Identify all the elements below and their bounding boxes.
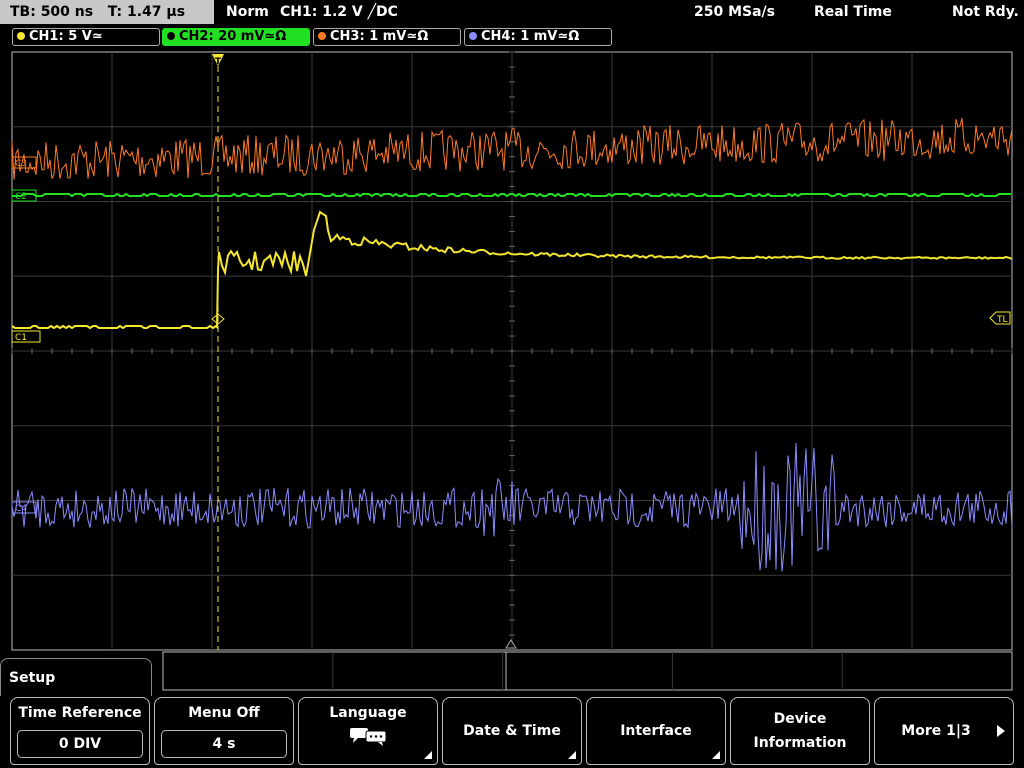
- c3-marker[interactable]: C3: [11, 156, 37, 169]
- language-title: Language: [329, 705, 407, 721]
- c2-marker-label: C2: [15, 192, 27, 202]
- zoom-strip: [162, 651, 1013, 691]
- menu-off-softkey[interactable]: Menu Off 4 s: [154, 697, 294, 765]
- device-information-text: Device Information: [731, 707, 869, 755]
- interface-title: Interface: [620, 723, 692, 739]
- c2-marker[interactable]: C2: [11, 189, 37, 202]
- more-title: More 1|3: [901, 723, 971, 739]
- submenu-indicator-icon: [568, 751, 576, 759]
- c3-marker-label: C3: [15, 159, 27, 169]
- trigger-level-marker[interactable]: TL: [989, 311, 1011, 325]
- c4-marker[interactable]: C4: [11, 501, 37, 514]
- menu-off-value: 4 s: [161, 730, 287, 758]
- more-softkey[interactable]: More 1|3: [874, 697, 1014, 765]
- submenu-indicator-icon: [712, 751, 720, 759]
- device-information-softkey[interactable]: Device Information: [730, 697, 870, 765]
- device-information-title-line2: Information: [753, 735, 847, 751]
- time-reference-title: Time Reference: [18, 705, 142, 721]
- c4-marker-label: C4: [15, 504, 27, 514]
- menu-off-title: Menu Off: [188, 705, 260, 721]
- date-time-title: Date & Time: [463, 723, 561, 739]
- time-reference-value: 0 DIV: [17, 730, 143, 758]
- graticule: [11, 51, 1013, 691]
- speech-bubbles-icon: [350, 728, 387, 746]
- c1-marker-label: C1: [15, 333, 27, 343]
- submenu-indicator-icon: [424, 751, 432, 759]
- interface-softkey[interactable]: Interface: [586, 697, 726, 765]
- trigger-position-label: T: [215, 57, 222, 67]
- language-softkey[interactable]: Language: [298, 697, 438, 765]
- menu-title-setup: Setup: [0, 658, 152, 696]
- time-reference-icon: [505, 639, 517, 649]
- trigger-level-label: TL: [996, 315, 1008, 325]
- c1-marker[interactable]: C1: [11, 330, 41, 343]
- waveform-display[interactable]: T C3 C2 C1 C4 TL: [0, 0, 1024, 768]
- date-time-softkey[interactable]: Date & Time: [442, 697, 582, 765]
- next-page-arrow-icon: [997, 725, 1005, 737]
- time-reference-softkey[interactable]: Time Reference 0 DIV: [10, 697, 150, 765]
- device-information-title-line1: Device: [773, 711, 827, 727]
